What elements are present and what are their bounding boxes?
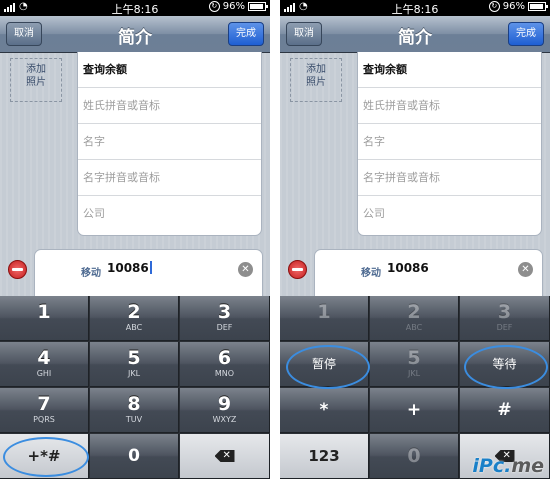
add-photo-button[interactable]: 添加 照片 — [290, 58, 342, 102]
watermark: iPc.me — [472, 455, 544, 477]
phone-number-input[interactable]: 10086 — [387, 261, 429, 275]
key-5[interactable]: 5 JKL — [90, 342, 179, 387]
highlight-ellipse — [464, 345, 548, 389]
battery-icon — [248, 2, 268, 11]
rotation-lock-icon: ↻ — [208, 1, 220, 12]
key-3: 3 DEF — [460, 296, 550, 341]
star-key[interactable]: * — [280, 388, 369, 433]
key-3[interactable]: 3 DEF — [180, 296, 270, 341]
numbers-key[interactable]: 123 — [280, 434, 369, 479]
key-0[interactable]: 0 — [90, 434, 179, 479]
key-5: 5 JKL — [370, 342, 459, 387]
company-field[interactable]: 公司 — [358, 196, 541, 232]
name-fields-card: 查询余额 姓氏拼音或音标 名字 名字拼音或音标 公司 — [77, 52, 262, 236]
key-4[interactable]: 4 GHI — [0, 342, 89, 387]
key-0: 0 — [370, 434, 459, 479]
phone-screen-left: ◔ 上午8:16 ↻ 96% 取消 简介 完成 添加 照片 查询余额 姓氏拼音或… — [0, 0, 270, 479]
done-button[interactable]: 完成 — [228, 22, 264, 46]
clear-icon[interactable]: ✕ — [238, 262, 253, 277]
highlight-ellipse — [3, 437, 89, 477]
done-button[interactable]: 完成 — [508, 22, 544, 46]
key-2: 2 ABC — [370, 296, 459, 341]
key-7[interactable]: 7 PQRS — [0, 388, 89, 433]
nav-bar: 取消 简介 完成 — [280, 16, 550, 53]
add-photo-label: 照片 — [306, 77, 326, 88]
add-photo-label: 添加 — [306, 64, 326, 75]
status-bar: ◔ 上午8:16 ↻ 96% — [280, 0, 550, 16]
battery-percent: 96% — [222, 1, 245, 12]
text-cursor — [149, 261, 152, 274]
backspace-key[interactable]: ✕ — [180, 434, 270, 479]
hash-key[interactable]: # — [460, 388, 550, 433]
add-photo-label: 添加 — [26, 64, 46, 75]
first-name-phonetic-field[interactable]: 名字拼音或音标 — [358, 160, 541, 196]
key-8[interactable]: 8 TUV — [90, 388, 179, 433]
backspace-icon: ✕ — [214, 450, 235, 462]
name-fields-card: 查询余额 姓氏拼音或音标 名字 名字拼音或音标 公司 — [357, 52, 542, 236]
first-name-field[interactable]: 名字 — [78, 124, 261, 160]
key-1: 1 — [280, 296, 369, 341]
phone-number-input[interactable]: 10086 — [107, 261, 152, 275]
first-name-phonetic-field[interactable]: 名字拼音或音标 — [78, 160, 261, 196]
key-9[interactable]: 9 WXYZ — [180, 388, 270, 433]
key-6[interactable]: 6 MNO — [180, 342, 270, 387]
last-name-phonetic-field[interactable]: 姓氏拼音或音标 — [78, 88, 261, 124]
add-photo-label: 照片 — [26, 77, 46, 88]
phone-screen-right: ◔ 上午8:16 ↻ 96% 取消 简介 完成 添加 照片 查询余额 姓氏拼音或… — [280, 0, 550, 479]
add-photo-button[interactable]: 添加 照片 — [10, 58, 62, 102]
last-name-field[interactable]: 查询余额 — [358, 52, 541, 88]
delete-phone-icon[interactable] — [8, 260, 27, 279]
last-name-phonetic-field[interactable]: 姓氏拼音或音标 — [358, 88, 541, 124]
battery-percent: 96% — [502, 1, 525, 12]
phone-type-label[interactable]: 移动 — [315, 264, 381, 279]
last-name-field[interactable]: 查询余额 — [78, 52, 261, 88]
delete-phone-icon[interactable] — [288, 260, 307, 279]
nav-bar: 取消 简介 完成 — [0, 16, 270, 53]
highlight-ellipse — [286, 345, 370, 389]
first-name-field[interactable]: 名字 — [358, 124, 541, 160]
key-1[interactable]: 1 — [0, 296, 89, 341]
clear-icon[interactable]: ✕ — [518, 262, 533, 277]
plus-key[interactable]: + — [370, 388, 459, 433]
status-bar: ◔ 上午8:16 ↻ 96% — [0, 0, 270, 16]
phone-type-label[interactable]: 移动 — [35, 264, 101, 279]
key-2[interactable]: 2 ABC — [90, 296, 179, 341]
battery-icon — [528, 2, 548, 11]
company-field[interactable]: 公司 — [78, 196, 261, 232]
rotation-lock-icon: ↻ — [488, 1, 500, 12]
